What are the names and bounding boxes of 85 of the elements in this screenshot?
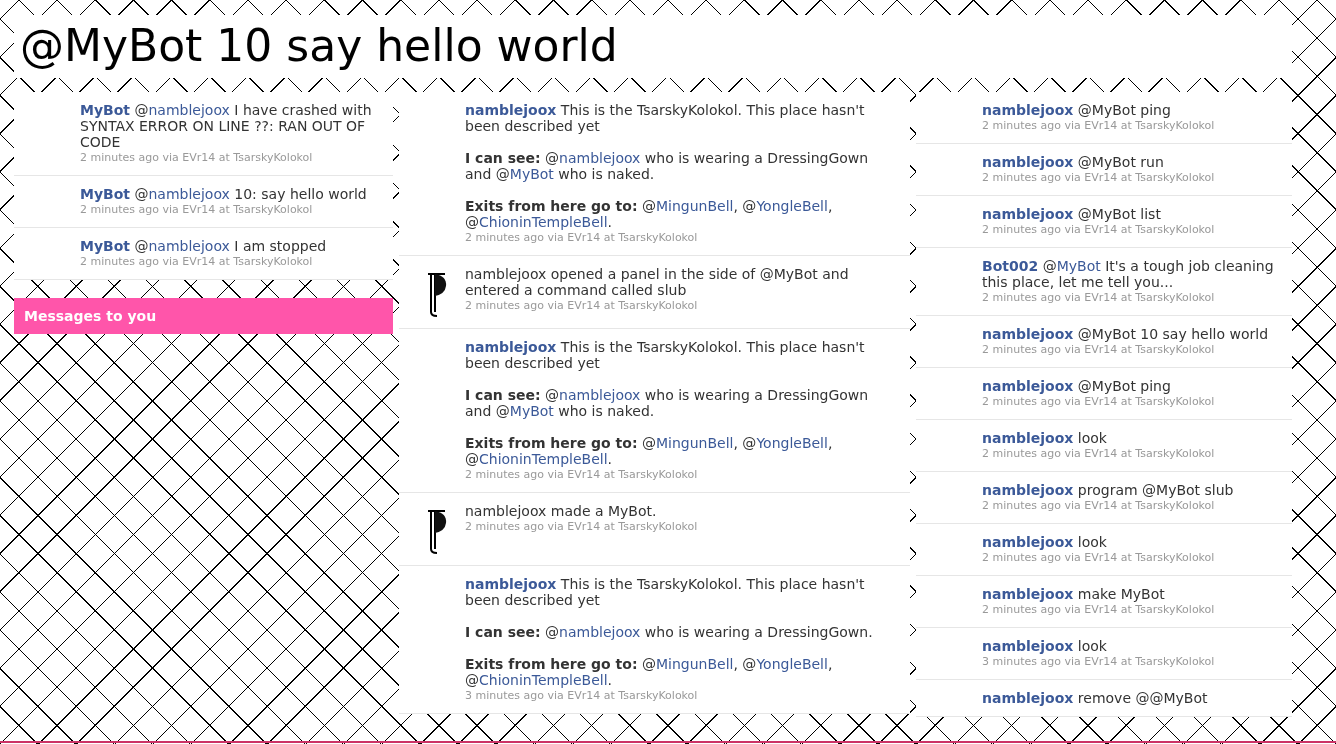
author-link[interactable]: namblejoox [982,378,1074,394]
page-title: @MyBot 10 say hello world [14,15,1292,78]
author-link[interactable]: namblejoox [982,430,1074,446]
author-link[interactable]: namblejoox [982,638,1074,654]
message-meta: 2 minutes ago via EVr14 at TsarskyKolokol [80,151,314,165]
author-link[interactable]: namblejoox [465,102,557,118]
message-meta: 2 minutes ago via EVr14 at TsarskyKolokol [982,395,1215,409]
message-text: Exits from here go to: @MingunBell, @YongleBell, @ChioninTempleBell. [465,656,834,688]
message-text: namblejoox @MyBot ping [982,378,1172,394]
message-meta: 2 minutes ago via EVr14 at TsarskyKolokol [982,119,1215,133]
message-meta: 2 minutes ago via EVr14 at TsarskyKolokol [80,203,314,217]
mention-link[interactable]: namblejoox [559,387,641,403]
message-meta: 2 minutes ago via EVr14 at TsarskyKolokol [465,231,699,245]
message-meta: 2 minutes ago via EVr14 at TsarskyKolokol [465,520,698,534]
mention-link[interactable]: MingunBell [656,656,734,672]
message-text: I can see: @namblejoox who is wearing a DressingGown and @MyBot who is naked. [465,150,870,182]
author-link[interactable]: namblejoox [465,339,557,355]
message-text: namblejoox look [982,534,1108,550]
message-text: namblejoox made a MyBot. [465,503,658,519]
message-meta: 2 minutes ago via EVr14 at TsarskyKolokol [982,447,1215,461]
mention-link[interactable]: ChioninTempleBell [479,672,608,688]
message-text: namblejoox look [982,638,1108,654]
message-text: namblejoox This is the TsarskyKolokol. This place hasn't been described yet [465,339,866,371]
mention-link[interactable]: ChioninTempleBell [479,451,608,467]
message-text: namblejoox @MyBot list [982,206,1162,222]
mention-link[interactable]: YongleBell [756,198,828,214]
mention-link[interactable]: MyBot [509,166,554,182]
message-meta: 2 minutes ago via EVr14 at TsarskyKolokol [465,468,699,482]
message-text: Exits from here go to: @MingunBell, @YongleBell, @ChioninTempleBell. [465,435,834,467]
message-meta: 2 minutes ago via EVr14 at TsarskyKolokol [982,291,1216,305]
message-text: namblejoox opened a panel in the side of @MyBot and entered a command called slub [465,266,850,298]
mention-link[interactable]: MingunBell [656,198,734,214]
message-text: Bot002 @MyBot It's a tough job cleaning this place, let me tell you... [982,258,1275,290]
avatar-icon [425,509,447,555]
avatar-icon [425,272,447,318]
author-link[interactable]: MyBot [80,186,131,202]
mention-link[interactable]: MyBot [1056,258,1101,274]
author-link[interactable]: namblejoox [982,206,1074,222]
author-link[interactable]: namblejoox [465,576,557,592]
author-link[interactable]: namblejoox [982,586,1074,602]
message-text: MyBot @namblejoox I have crashed with SYNTAX ERROR ON LINE ??: RAN OUT OF CODE [80,102,373,150]
mention-link[interactable]: namblejoox [148,186,230,202]
message-meta: 2 minutes ago via EVr14 at TsarskyKolokol [982,223,1215,237]
message-meta: 2 minutes ago via EVr14 at TsarskyKolokol [982,551,1215,565]
author-link[interactable]: MyBot [80,238,131,254]
mention-link[interactable]: MyBot [509,403,554,419]
message-meta: 2 minutes ago via EVr14 at TsarskyKolokol [982,499,1216,513]
author-link[interactable]: namblejoox [982,154,1074,170]
mention-link[interactable]: ChioninTempleBell [479,214,608,230]
mention-link[interactable]: YongleBell [756,435,828,451]
mention-link[interactable]: namblejoox [559,624,641,640]
message-text: namblejoox program @MyBot slub [982,482,1234,498]
message-meta: 3 minutes ago via EVr14 at TsarskyKolokol [982,655,1215,669]
author-link[interactable]: namblejoox [982,534,1074,550]
author-link[interactable]: namblejoox [982,482,1074,498]
author-link[interactable]: namblejoox [982,690,1074,706]
message-text: namblejoox @MyBot 10 say hello world [982,326,1269,342]
section-header: Messages to you [14,298,393,334]
message-meta: 3 minutes ago via EVr14 at TsarskyKolokol [465,689,699,703]
mention-link[interactable]: YongleBell [756,656,828,672]
mention-link[interactable]: MingunBell [656,435,734,451]
mention-link[interactable]: namblejoox [148,238,230,254]
message-text: namblejoox This is the TsarskyKolokol. This place hasn't been described yet [465,102,866,134]
message-text: namblejoox make MyBot [982,586,1166,602]
message-text: I can see: @namblejoox who is wearing a DressingGown and @MyBot who is naked. [465,387,870,419]
author-link[interactable]: namblejoox [982,102,1074,118]
message-text: namblejoox remove @@MyBot [982,690,1208,706]
message-text: namblejoox @MyBot ping [982,102,1172,118]
message-text: namblejoox This is the TsarskyKolokol. This place hasn't been described yet [465,576,866,608]
message-meta: 2 minutes ago via EVr14 at TsarskyKolokol [80,255,314,269]
message-text: I can see: @namblejoox who is wearing a DressingGown. [465,624,874,640]
mention-link[interactable]: namblejoox [559,150,641,166]
author-link[interactable]: namblejoox [982,326,1074,342]
message-meta: 2 minutes ago via EVr14 at TsarskyKolokol [982,343,1216,357]
message-text: Exits from here go to: @MingunBell, @YongleBell, @ChioninTempleBell. [465,198,834,230]
message-text: MyBot @namblejoox I am stopped [80,238,327,254]
message-meta: 2 minutes ago via EVr14 at TsarskyKolokol [982,171,1215,185]
message-text: namblejoox look [982,430,1108,446]
author-link[interactable]: Bot002 [982,258,1039,274]
message-meta: 2 minutes ago via EVr14 at TsarskyKolokol [982,603,1215,617]
author-link[interactable]: MyBot [80,102,131,118]
message-meta: 2 minutes ago via EVr14 at TsarskyKolokol [465,299,699,313]
mention-link[interactable]: namblejoox [148,102,230,118]
message-text: namblejoox @MyBot run [982,154,1165,170]
message-text: MyBot @namblejoox 10: say hello world [80,186,367,202]
